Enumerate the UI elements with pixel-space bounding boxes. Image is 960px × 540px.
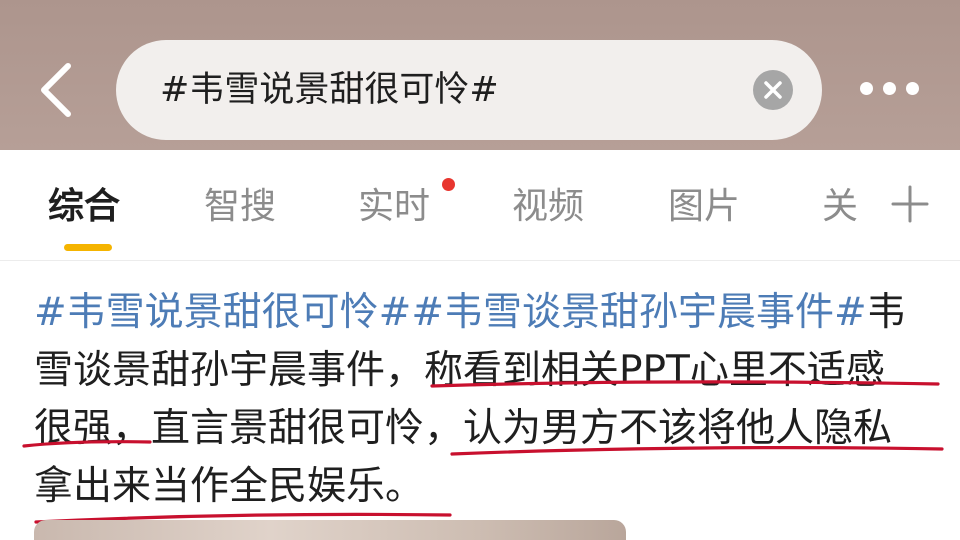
tab-images[interactable]: 图片 [668, 180, 740, 234]
post-line-2: 雪谈景甜孙宇晨事件，称看到相关PPT心里不适感 [34, 348, 885, 393]
tab-bar: 综合 智搜 实时 视频 图片 关 [0, 150, 960, 261]
plus-icon [891, 185, 929, 223]
search-query[interactable]: #韦雪说景甜很可怜# [160, 66, 499, 114]
notification-dot [442, 178, 455, 191]
tab-video[interactable]: 视频 [512, 180, 584, 234]
post-image[interactable] [34, 520, 626, 540]
post-line-3: 很强，直言景甜很可怜，认为男方不该将他人隐私 [34, 406, 893, 451]
search-input[interactable]: #韦雪说景甜很可怜# [116, 40, 822, 140]
post-line-4: 拿出来当作全民娱乐。 [34, 464, 425, 509]
clear-icon [764, 81, 782, 99]
add-tab-button[interactable] [890, 184, 930, 224]
tab-comprehensive[interactable]: 综合 [48, 180, 120, 234]
active-tab-indicator [64, 244, 112, 251]
hashtag-link[interactable]: #韦雪说景甜很可怜# [34, 290, 411, 335]
hashtag-link[interactable]: #韦雪谈景甜孙宇晨事件# [411, 290, 866, 335]
back-arrow-icon [41, 63, 71, 117]
tab-smart-search[interactable]: 智搜 [204, 180, 276, 234]
clear-button[interactable] [753, 70, 793, 110]
post-line-1: #韦雪说景甜很可怜##韦雪谈景甜孙宇晨事件#韦 [34, 284, 934, 342]
post-text: #韦雪说景甜很可怜##韦雪谈景甜孙宇晨事件#韦 雪谈景甜孙宇晨事件，称看到相关P… [34, 284, 934, 516]
back-button[interactable] [34, 58, 82, 122]
post-text-segment: 韦 [866, 290, 906, 335]
search-header: #韦雪说景甜很可怜# [0, 0, 960, 150]
more-button[interactable] [850, 70, 930, 110]
tab-realtime[interactable]: 实时 [358, 180, 430, 234]
tab-follow[interactable]: 关 [822, 180, 858, 234]
